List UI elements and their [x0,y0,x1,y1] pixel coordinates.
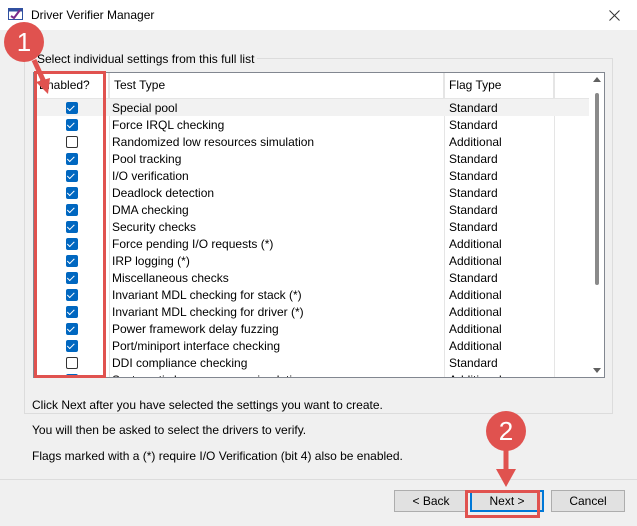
column-test-type[interactable]: Test Type [109,73,444,98]
flag-type-cell: Additional [449,236,502,251]
info-text-2: You will then be asked to select the dri… [32,423,307,437]
table-row[interactable]: Force pending I/O requests (*) Additional [34,235,590,252]
test-type-cell: Force pending I/O requests (*) [112,236,274,251]
flag-type-cell: Additional [449,338,502,353]
close-button[interactable] [591,0,637,30]
list-rows: Special pool Standard Force IRQL checking S… [34,99,590,378]
flag-type-cell: Standard [449,219,498,234]
test-type-cell: DDI compliance checking [112,355,248,370]
test-type-cell: Randomized low resources simulation [112,134,315,149]
flag-type-cell: Standard [449,202,498,217]
test-type-cell: Power framework delay fuzzing [112,321,279,336]
window-title: Driver Verifier Manager [31,8,155,22]
close-icon [608,9,620,21]
test-type-cell: Miscellaneous checks [112,270,229,285]
test-type-cell: Port/miniport interface checking [112,338,281,353]
table-row[interactable]: Force IRQL checking Standard [34,116,590,133]
table-row[interactable]: Deadlock detection Standard [34,184,590,201]
table-row[interactable]: Pool tracking Standard [34,150,590,167]
table-row[interactable]: Port/miniport interface checking Addition… [34,337,590,354]
vertical-scrollbar[interactable] [589,73,604,377]
flag-type-cell: Additional [449,304,502,319]
test-type-cell: Pool tracking [112,151,182,166]
info-text-3: Flags marked with a (*) require I/O Veri… [32,449,403,463]
column-flag-type[interactable]: Flag Type [444,73,554,98]
flag-type-cell: Standard [449,355,498,370]
test-type-cell: I/O verification [112,168,189,183]
flag-type-cell: Standard [449,168,498,183]
table-row[interactable]: DMA checking Standard [34,201,590,218]
table-row[interactable]: I/O verification Standard [34,167,590,184]
test-type-cell: Force IRQL checking [112,117,225,132]
table-row[interactable]: Systematic low resources simulationAddit… [34,371,590,378]
test-type-cell: Systematic low resources simulation [109,373,444,378]
highlight-box-enabled-column [34,71,106,378]
test-type-cell: Invariant MDL checking for driver (*) [112,304,304,319]
flag-type-cell: Standard [449,117,498,132]
table-row[interactable]: Randomized low resources simulation Addit… [34,133,590,150]
test-type-cell: Special pool [112,100,178,115]
test-type-cell: DMA checking [112,202,189,217]
flag-type-cell: Additional [449,287,502,302]
table-row[interactable]: Miscellaneous checks Standard [34,269,590,286]
footer-divider [0,479,637,480]
table-row[interactable]: Invariant MDL checking for stack (*) Addi… [34,286,590,303]
settings-list[interactable]: Enabled? Test Type Flag Type Special poo… [33,72,605,378]
table-row[interactable]: DDI compliance checking Standard [34,354,590,371]
driver-verifier-icon [8,8,23,20]
flag-type-cell: Additional [449,321,502,336]
arrow-icon [31,58,50,94]
highlight-box-next-button [465,490,540,518]
test-type-cell: Security checks [112,219,197,234]
step-badge-1: 1 [4,22,44,62]
test-type-cell: Invariant MDL checking for stack (*) [112,287,302,302]
test-type-cell: IRP logging (*) [112,253,190,268]
flag-type-cell: Additional [444,373,554,378]
back-button[interactable]: < Back [394,490,468,512]
info-text-1: Click Next after you have selected the s… [32,398,383,412]
table-row[interactable]: Special pool Standard [34,99,590,116]
list-header: Enabled? Test Type Flag Type [34,73,590,99]
arrow-icon [496,449,516,487]
step-badge-2: 2 [486,411,526,451]
flag-type-cell: Standard [449,151,498,166]
table-row[interactable]: Invariant MDL checking for driver (*) Add… [34,303,590,320]
scroll-thumb[interactable] [595,93,599,285]
table-row[interactable]: IRP logging (*) Additional [34,252,590,269]
table-row[interactable]: Power framework delay fuzzing Additional [34,320,590,337]
flag-type-cell: Additional [449,134,502,149]
cancel-button[interactable]: Cancel [551,490,625,512]
table-row[interactable]: Security checks Standard [34,218,590,235]
flag-type-cell: Standard [449,270,498,285]
title-bar: Driver Verifier Manager [0,0,637,30]
scroll-up-icon[interactable] [593,77,601,82]
flag-type-cell: Additional [449,253,502,268]
flag-type-cell: Standard [449,185,498,200]
scroll-down-icon[interactable] [593,368,601,373]
flag-type-cell: Standard [449,100,498,115]
group-label: Select individual settings from this ful… [34,52,258,66]
test-type-cell: Deadlock detection [112,185,215,200]
